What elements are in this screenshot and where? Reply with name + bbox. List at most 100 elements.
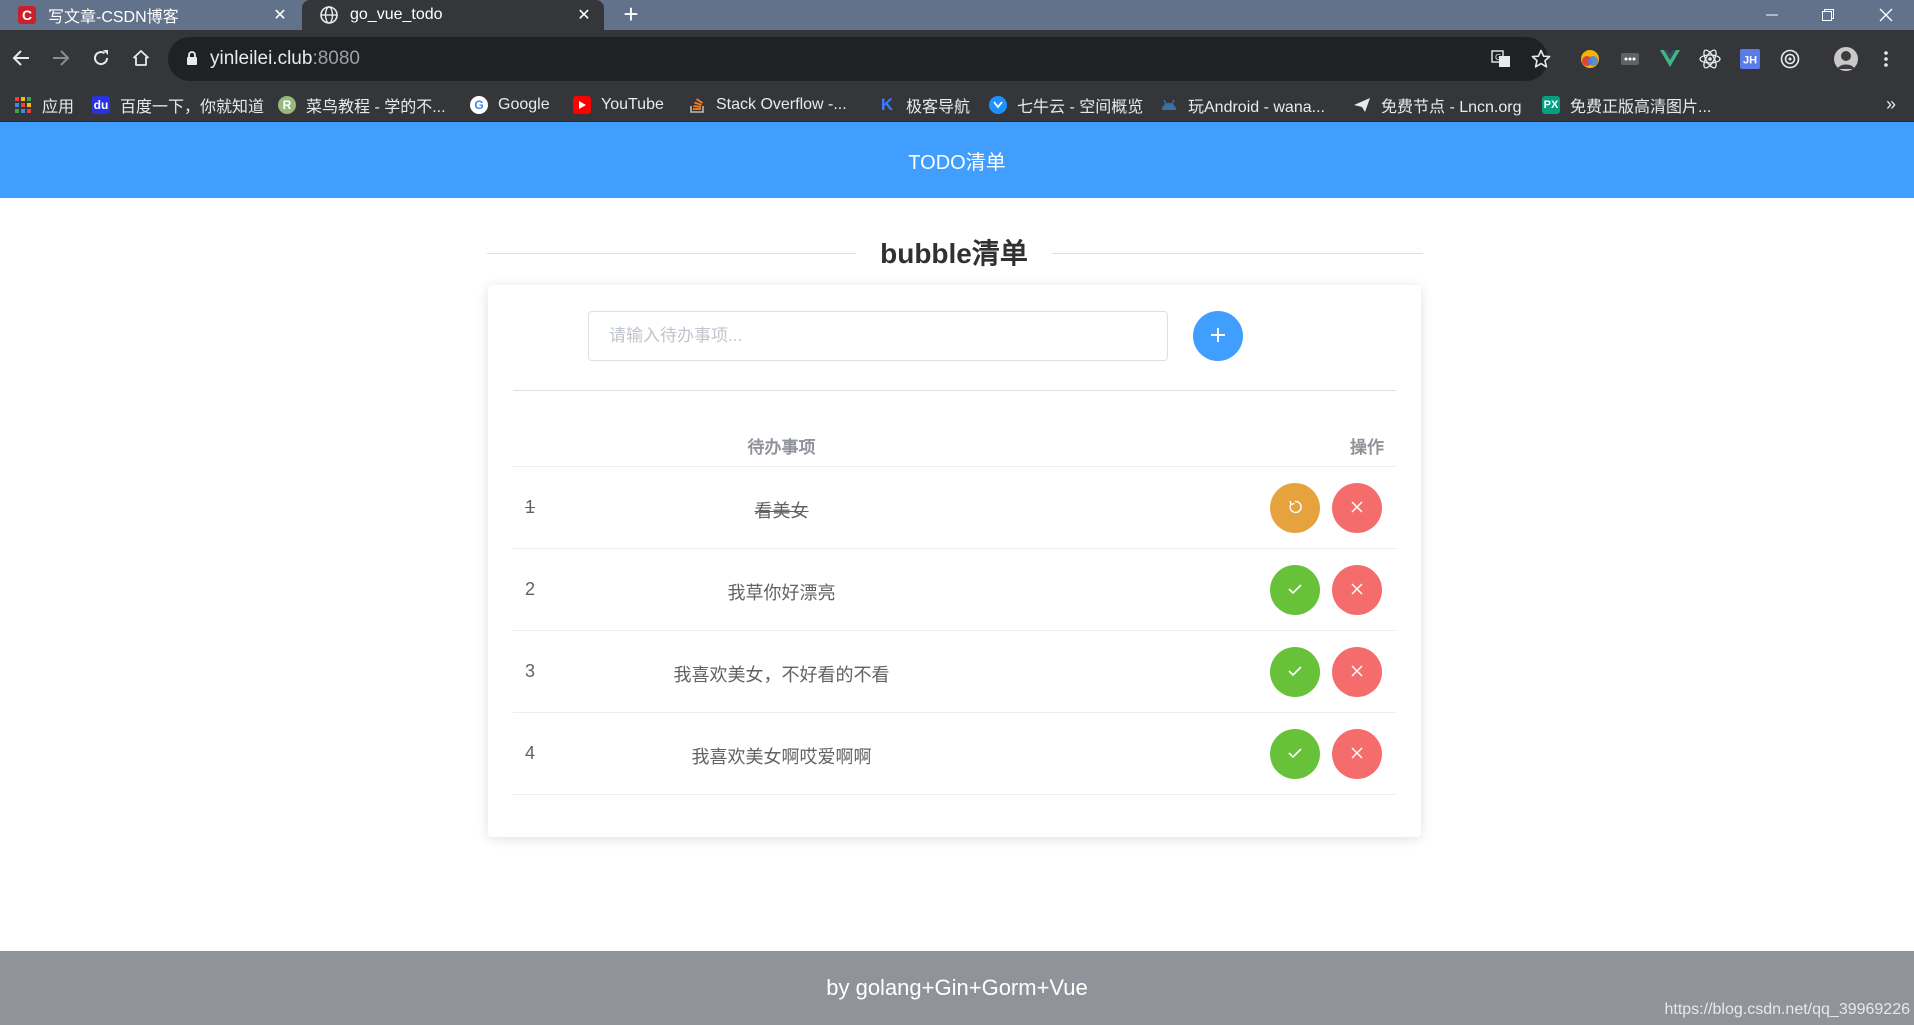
delete-button[interactable] <box>1332 729 1382 779</box>
lock-icon[interactable] <box>186 51 198 71</box>
bookmark-label: 玩Android - wana... <box>1188 99 1325 116</box>
bookmark-pexels[interactable]: PX 免费正版高清图片... <box>1542 88 1711 122</box>
tab-title: 写文章-CSDN博客 <box>48 9 179 26</box>
row-index: 2 <box>525 579 536 599</box>
todo-text: 看美女 <box>754 501 809 521</box>
browser-menu-icon[interactable] <box>1873 46 1899 72</box>
undo-button[interactable] <box>1270 483 1320 533</box>
close-icon <box>1350 500 1364 517</box>
tab-csdn[interactable]: C 写文章-CSDN博客 ✕ <box>0 0 300 30</box>
refresh-icon <box>1287 499 1303 518</box>
close-icon <box>1350 664 1364 681</box>
footer-text: by golang+Gin+Gorm+Vue <box>826 975 1088 1000</box>
react-devtools-icon[interactable] <box>1697 46 1723 72</box>
close-tab-icon[interactable]: ✕ <box>270 5 290 25</box>
tab-go-vue-todo[interactable]: go_vue_todo ✕ <box>302 0 604 30</box>
tab-title: go_vue_todo <box>350 6 443 23</box>
bookmark-youtube[interactable]: YouTube <box>573 88 664 122</box>
bookmark-label: 应用 <box>42 99 75 116</box>
delete-button[interactable] <box>1332 483 1382 533</box>
address-bar[interactable]: yinleilei.club:8080 G <box>168 37 1551 81</box>
youtube-icon <box>573 96 591 114</box>
baidu-icon: du <box>92 96 110 114</box>
bookmark-runoob[interactable]: R 菜鸟教程 - 学的不... <box>278 88 446 122</box>
url-text[interactable]: yinleilei.club:8080 <box>210 48 360 70</box>
complete-button[interactable] <box>1270 565 1320 615</box>
bookmarks-bar: 应用 du 百度一下，你就知道 R 菜鸟教程 - 学的不... G Google… <box>0 88 1914 122</box>
check-icon <box>1287 664 1303 681</box>
home-icon[interactable] <box>124 41 158 75</box>
check-icon <box>1287 746 1303 763</box>
row-index: 1 <box>525 497 536 517</box>
bookmark-label: 极客导航 <box>906 99 971 116</box>
close-tab-icon[interactable]: ✕ <box>574 5 594 25</box>
bookmark-label: Google <box>498 96 550 113</box>
profile-avatar[interactable] <box>1833 46 1859 72</box>
reload-icon[interactable] <box>84 41 118 75</box>
bookmark-label: 菜鸟教程 - 学的不... <box>306 99 446 116</box>
restore-icon[interactable] <box>1800 0 1856 30</box>
complete-button[interactable] <box>1270 647 1320 697</box>
add-todo-button[interactable] <box>1193 311 1243 361</box>
column-header-item: 待办事项 <box>747 438 816 457</box>
bookmark-apps[interactable]: 应用 <box>14 88 74 122</box>
forward-icon[interactable] <box>44 41 78 75</box>
table-row: 4 我喜欢美女啊哎爱啊啊 <box>513 713 1396 795</box>
jh-extension-icon[interactable]: JH <box>1737 46 1763 72</box>
color-extension-icon[interactable] <box>1577 46 1603 72</box>
vue-devtools-icon[interactable] <box>1657 46 1683 72</box>
todo-table: 待办事项 操作 1 看美女 2 我草你好漂亮 3 我喜欢美女，不好看的不看 4 … <box>513 419 1396 795</box>
table-row: 3 我喜欢美女，不好看的不看 <box>513 631 1396 713</box>
dots-extension-icon[interactable] <box>1617 46 1643 72</box>
complete-button[interactable] <box>1270 729 1320 779</box>
bookmark-lncn[interactable]: 免费节点 - Lncn.org <box>1353 88 1522 122</box>
bookmark-label: 免费节点 - Lncn.org <box>1381 99 1522 116</box>
svg-text:C: C <box>22 7 32 23</box>
minimize-icon[interactable] <box>1744 0 1800 30</box>
apps-grid-icon <box>14 96 32 114</box>
tab-strip: C 写文章-CSDN博客 ✕ go_vue_todo ✕ + <box>0 0 1914 30</box>
bookmark-wanandroid[interactable]: 玩Android - wana... <box>1160 88 1325 122</box>
row-index: 4 <box>525 743 536 763</box>
page-footer: by golang+Gin+Gorm+Vue <box>0 951 1914 1025</box>
bookmark-label: 免费正版高清图片... <box>1570 99 1712 116</box>
page-header-title: TODO清单 <box>908 151 1006 174</box>
delete-button[interactable] <box>1332 565 1382 615</box>
close-window-icon[interactable] <box>1858 0 1914 30</box>
back-icon[interactable] <box>4 41 38 75</box>
target-extension-icon[interactable] <box>1777 46 1803 72</box>
android-icon <box>1160 96 1178 114</box>
bookmark-stackoverflow[interactable]: Stack Overflow -... <box>688 88 847 122</box>
column-header-action: 操作 <box>1350 438 1384 457</box>
google-icon: G <box>470 96 488 114</box>
new-tab-button[interactable]: + <box>618 1 644 28</box>
bookmark-label: 百度一下，你就知道 <box>120 99 265 116</box>
todo-card: 待办事项 操作 1 看美女 2 我草你好漂亮 <box>488 285 1421 837</box>
bookmark-label: 七牛云 - 空间概览 <box>1017 99 1144 116</box>
table-row: 1 看美女 <box>513 467 1396 549</box>
bookmark-google[interactable]: G Google <box>470 88 550 122</box>
svg-text:JH: JH <box>1743 55 1757 67</box>
card-divider <box>513 390 1396 391</box>
close-icon <box>1350 746 1364 763</box>
todo-input[interactable] <box>588 311 1168 361</box>
bookmark-star-icon[interactable] <box>1530 48 1552 70</box>
bookmark-jike[interactable]: K 极客导航 <box>878 88 970 122</box>
bookmarks-overflow-icon[interactable]: » <box>1886 94 1896 115</box>
globe-icon <box>320 6 338 24</box>
check-icon <box>1287 582 1303 599</box>
table-row: 2 我草你好漂亮 <box>513 549 1396 631</box>
delete-button[interactable] <box>1332 647 1382 697</box>
todo-text: 我喜欢美女啊哎爱啊啊 <box>691 747 872 767</box>
translate-icon[interactable]: G <box>1490 48 1512 70</box>
stackoverflow-icon <box>688 96 706 114</box>
csdn-logo-icon: C <box>18 6 36 24</box>
watermark: https://blog.csdn.net/qq_39969226 <box>1664 1001 1910 1018</box>
todo-text: 我草你好漂亮 <box>727 583 836 603</box>
table-header: 待办事项 操作 <box>513 419 1396 467</box>
bookmark-baidu[interactable]: du 百度一下，你就知道 <box>92 88 264 122</box>
bookmark-qiniu[interactable]: 七牛云 - 空间概览 <box>989 88 1143 122</box>
jike-icon: K <box>880 95 894 114</box>
todo-text: 我喜欢美女，不好看的不看 <box>673 665 890 685</box>
svg-text:G: G <box>1495 53 1501 62</box>
